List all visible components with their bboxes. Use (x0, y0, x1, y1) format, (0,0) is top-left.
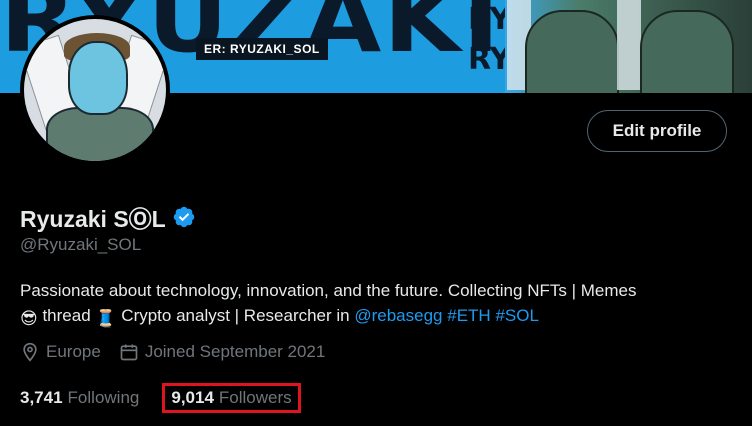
thread-emoji-icon: 🧵 (95, 309, 117, 328)
location-pin-icon (23, 342, 37, 362)
hashtag-sol-link[interactable]: #SOL (495, 306, 538, 325)
verified-badge-icon[interactable] (172, 205, 196, 229)
location-item: Europe (20, 342, 101, 362)
banner-artwork (505, 0, 752, 93)
display-name: Ryuzaki SⓄL (20, 206, 166, 232)
bio-line2: Crypto analyst | Researcher in (116, 306, 355, 325)
hashtag-eth-link[interactable]: #ETH (447, 306, 490, 325)
avatar[interactable] (20, 15, 170, 165)
calendar-icon (120, 344, 138, 361)
following-count: 3,741 (20, 388, 63, 407)
bio-thread-word: thread (37, 306, 96, 325)
banner-side-text: RY RY (468, 2, 512, 77)
joined-item: Joined September 2021 (119, 342, 326, 362)
banner-tag: ER: RYUZAKI_SOL (196, 38, 328, 60)
follow-stats: 3,741 Following 9,014 Followers (20, 383, 301, 413)
edit-profile-button[interactable]: Edit profile (587, 110, 727, 152)
name-row: Ryuzaki SⓄL (20, 200, 196, 234)
mention-link[interactable]: @rebasegg (354, 306, 442, 325)
following-label: Following (67, 388, 140, 407)
location-text: Europe (46, 342, 101, 361)
profile-handle: @Ryuzaki_SOL (20, 235, 142, 254)
cool-emoji-icon: 😎 (20, 309, 38, 328)
followers-link[interactable]: 9,014 Followers (162, 383, 301, 413)
following-link[interactable]: 3,741 Following (20, 388, 139, 408)
bio-line1: Passionate about technology, innovation,… (20, 281, 637, 300)
followers-count: 9,014 (171, 388, 214, 407)
profile-meta: Europe Joined September 2021 (20, 342, 343, 362)
profile-bio: Passionate about technology, innovation,… (20, 278, 740, 331)
joined-text: Joined September 2021 (144, 342, 326, 361)
followers-label: Followers (218, 388, 292, 407)
